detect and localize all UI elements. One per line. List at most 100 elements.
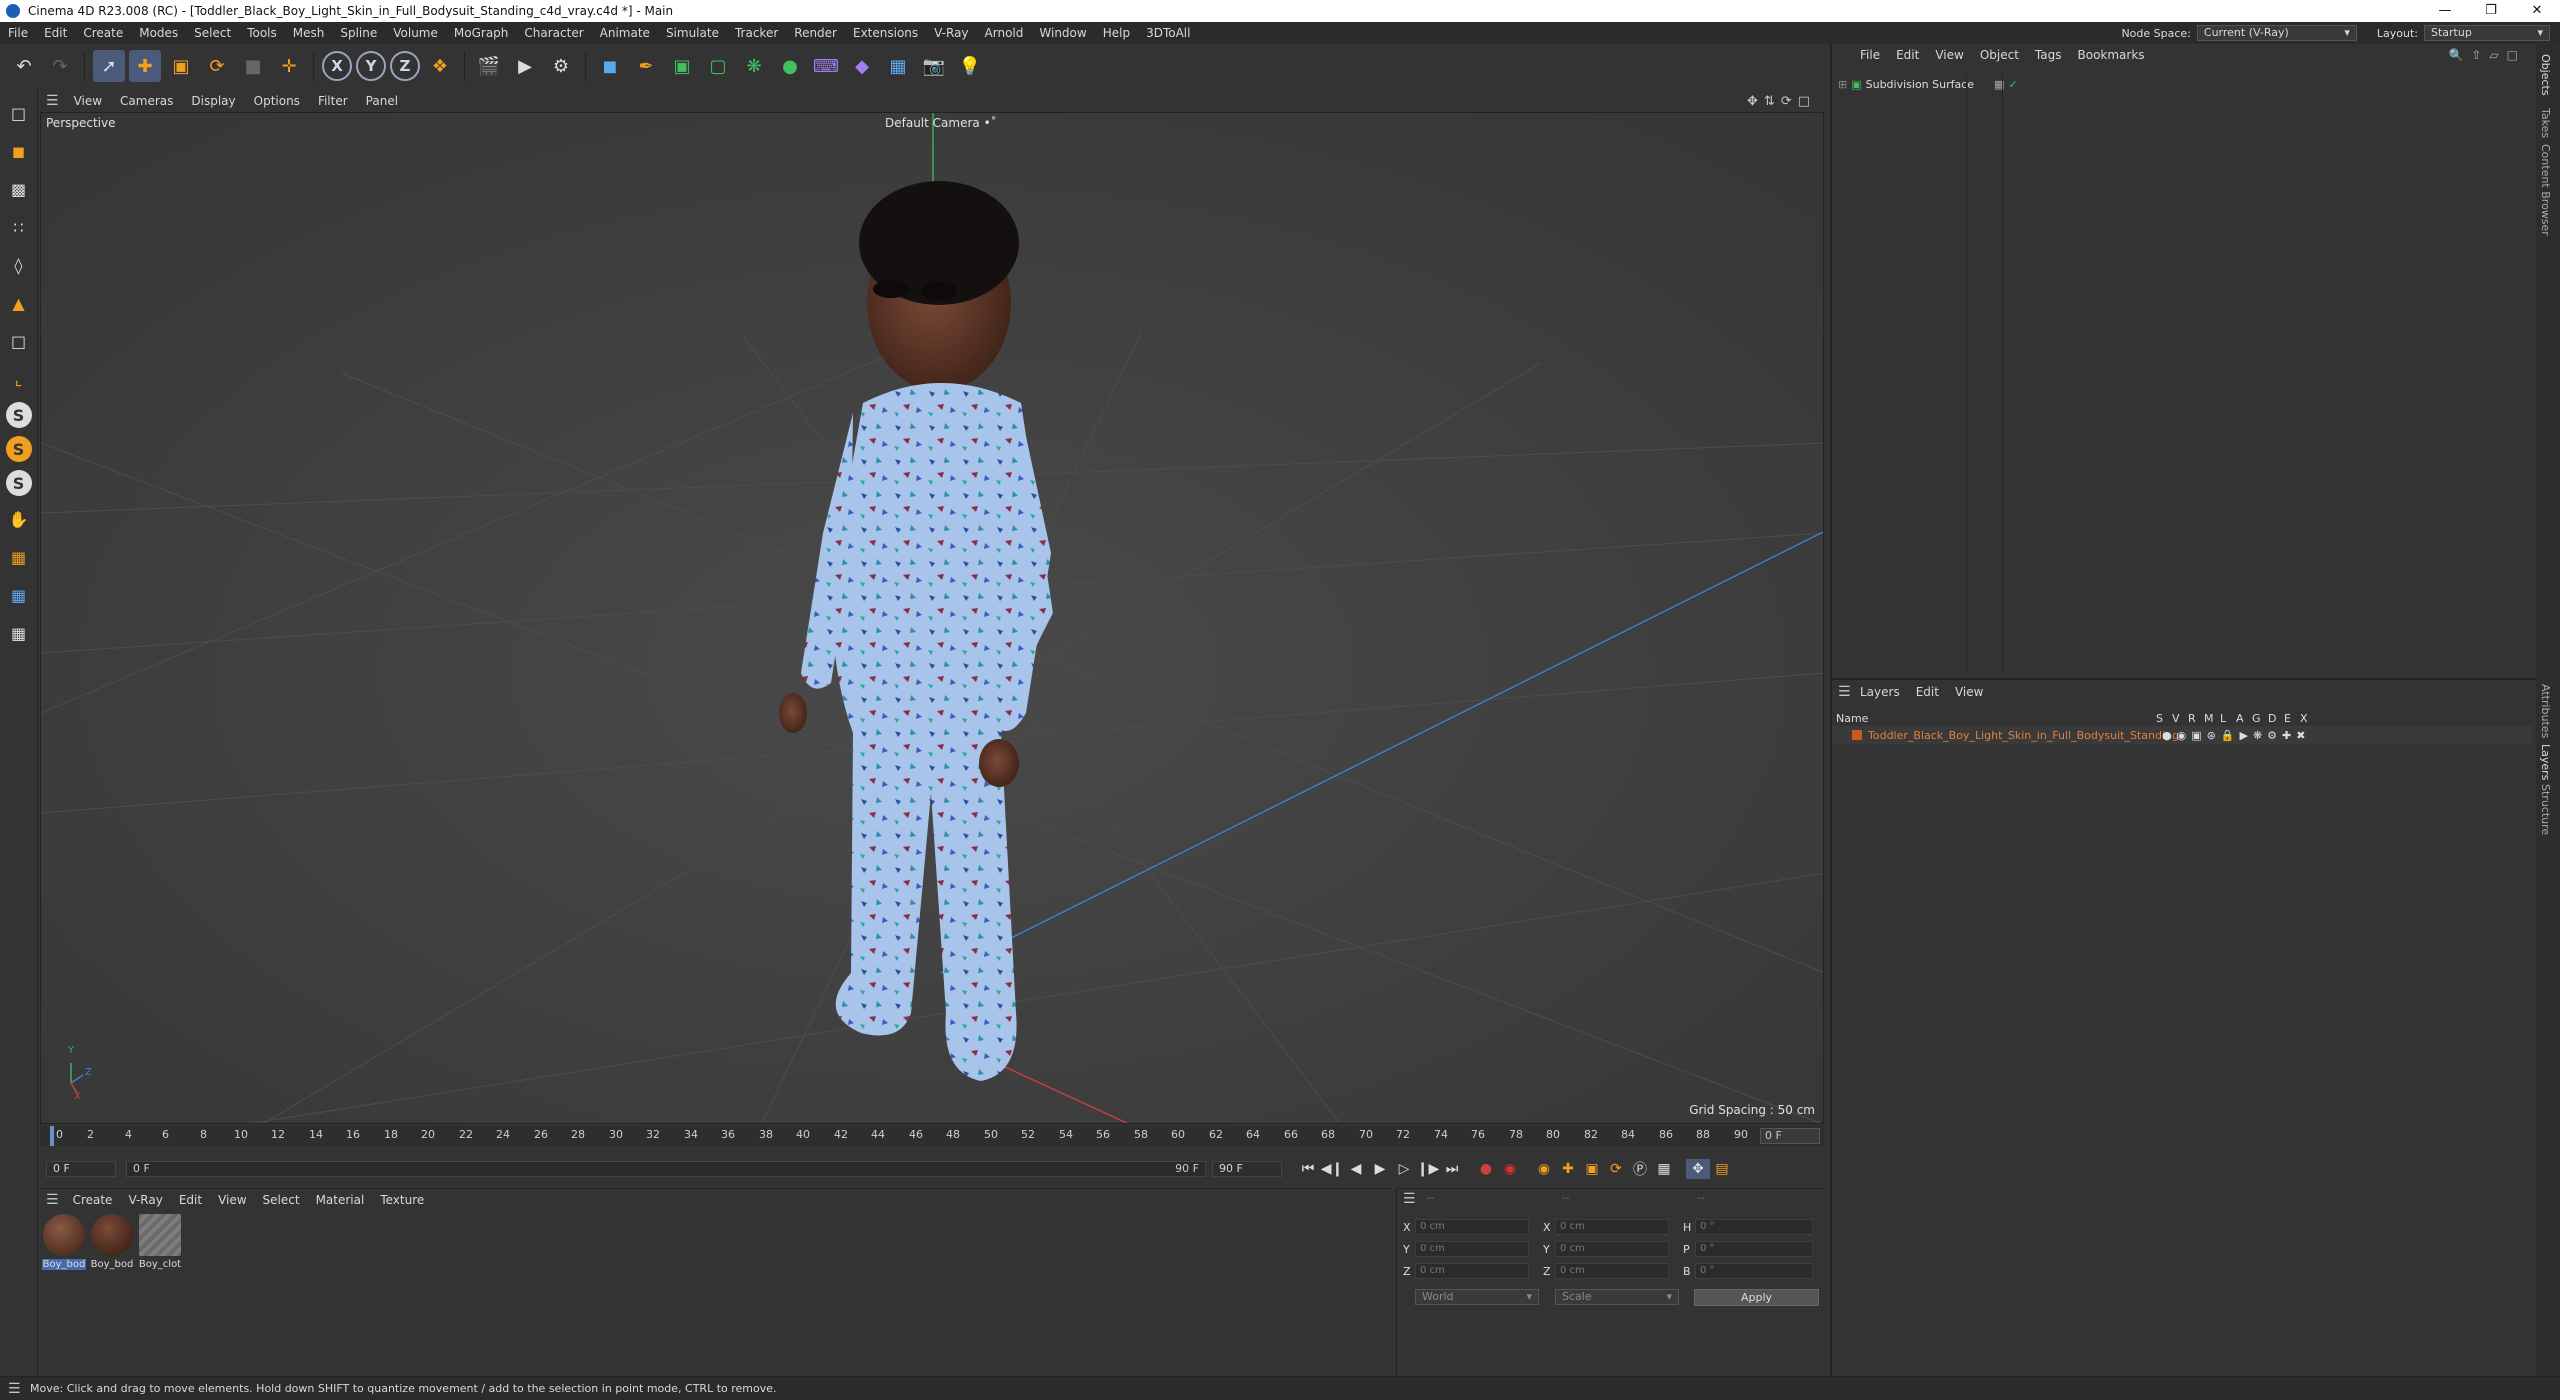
object-menu-object[interactable]: Object bbox=[1972, 48, 2027, 62]
hamburger-icon[interactable]: ☰ bbox=[1838, 684, 1851, 700]
material-menu-vray[interactable]: V-Ray bbox=[120, 1193, 170, 1207]
rotation-p-field[interactable]: 0 ° bbox=[1695, 1241, 1813, 1257]
apply-button[interactable]: Apply bbox=[1694, 1289, 1819, 1306]
key-pla-icon[interactable]: ▦ bbox=[1652, 1159, 1676, 1179]
cloner-icon[interactable]: ❋ bbox=[738, 50, 770, 82]
layout-dropdown[interactable]: Startup ▾ bbox=[2424, 25, 2550, 41]
uv-mode-icon[interactable]: □ bbox=[4, 326, 34, 356]
menu-create[interactable]: Create bbox=[75, 22, 131, 44]
make-editable-icon[interactable]: □ bbox=[4, 98, 34, 128]
auto-keying-icon[interactable]: ◉ bbox=[1498, 1159, 1522, 1179]
polygons-mode-icon[interactable]: ▲ bbox=[4, 288, 34, 318]
planar-workplane-icon[interactable]: ▦ bbox=[4, 618, 34, 648]
menu-3dtoall[interactable]: 3DToAll bbox=[1138, 22, 1198, 44]
material-swatch[interactable]: Boy_bod bbox=[42, 1214, 86, 1270]
menu-animate[interactable]: Animate bbox=[592, 22, 658, 44]
menu-volume[interactable]: Volume bbox=[385, 22, 446, 44]
key-scale-icon[interactable]: ▣ bbox=[1580, 1159, 1604, 1179]
node-space-dropdown[interactable]: Current (V-Ray) ▾ bbox=[2196, 25, 2357, 41]
y-axis-lock-button[interactable]: Y bbox=[356, 51, 386, 81]
object-menu-bookmarks[interactable]: Bookmarks bbox=[2070, 48, 2153, 62]
mograph-icon[interactable]: ● bbox=[774, 50, 806, 82]
recent-tools-icon[interactable]: ■ bbox=[237, 50, 269, 82]
go-to-start-icon[interactable]: ⏮ bbox=[1296, 1159, 1320, 1179]
floor-environment-icon[interactable]: ▦ bbox=[882, 50, 914, 82]
scale-tool-icon[interactable]: ▣ bbox=[165, 50, 197, 82]
viewport-camera-label[interactable]: Default Camera •˚ bbox=[885, 116, 997, 130]
tweak-mode-icon[interactable]: ✋ bbox=[4, 504, 34, 534]
timeline-icon[interactable]: ▤ bbox=[1710, 1159, 1734, 1179]
menu-character[interactable]: Character bbox=[516, 22, 591, 44]
layer-menu-view[interactable]: View bbox=[1947, 685, 1991, 699]
hamburger-icon[interactable]: ☰ bbox=[40, 1192, 65, 1208]
redo-icon[interactable]: ↷ bbox=[44, 50, 76, 82]
key-rotation-icon[interactable]: ⟳ bbox=[1604, 1159, 1628, 1179]
tab-structure[interactable]: Structure bbox=[2539, 784, 2552, 835]
locked-workplane-icon[interactable]: ▦ bbox=[4, 580, 34, 610]
points-mode-icon[interactable]: ∷ bbox=[4, 212, 34, 242]
texture-mode-icon[interactable]: ▩ bbox=[4, 174, 34, 204]
move-tool-icon[interactable]: ✚ bbox=[129, 50, 161, 82]
end-frame-field[interactable]: 90 F bbox=[1212, 1161, 1282, 1177]
menu-select[interactable]: Select bbox=[186, 22, 239, 44]
go-to-end-icon[interactable]: ⏭ bbox=[1440, 1159, 1464, 1179]
light-icon[interactable]: 💡 bbox=[954, 50, 986, 82]
rotation-h-field[interactable]: 0 ° bbox=[1695, 1219, 1813, 1235]
object-menu-edit[interactable]: Edit bbox=[1888, 48, 1927, 62]
extrude-generator-icon[interactable]: ▢ bbox=[702, 50, 734, 82]
record-keys-icon[interactable]: ● bbox=[1474, 1159, 1498, 1179]
close-button[interactable]: ✕ bbox=[2514, 0, 2560, 22]
menu-vray[interactable]: V-Ray bbox=[926, 22, 976, 44]
material-menu-select[interactable]: Select bbox=[255, 1193, 308, 1207]
3d-viewport[interactable]: Y Z X Perspective Default Camera •˚ Grid… bbox=[40, 112, 1824, 1124]
position-y-field[interactable]: 0 cm bbox=[1415, 1241, 1529, 1257]
motion-system-icon[interactable]: ✥ bbox=[1686, 1159, 1710, 1179]
layer-menu-edit[interactable]: Edit bbox=[1908, 685, 1947, 699]
object-menu-view[interactable]: View bbox=[1927, 48, 1971, 62]
layer-toggle-icons[interactable]: ●◉▣⊛🔒▶❋⚙✚✖ bbox=[2162, 729, 2310, 742]
start-frame-field[interactable]: 0 F bbox=[46, 1161, 116, 1177]
object-row[interactable]: ⊞ ▣ Subdivision Surface ▦ ✓ bbox=[1838, 78, 2018, 91]
snap-settings-icon[interactable]: S bbox=[5, 436, 32, 462]
render-region-icon[interactable]: 🎬 bbox=[473, 50, 505, 82]
render-view-icon[interactable]: ▶ bbox=[509, 50, 541, 82]
key-position-icon[interactable]: ✚ bbox=[1556, 1159, 1580, 1179]
edges-mode-icon[interactable]: ◊ bbox=[4, 250, 34, 280]
menu-mesh[interactable]: Mesh bbox=[285, 22, 333, 44]
object-manager-tools[interactable]: 🔍⇧▱□ bbox=[2448, 48, 2526, 62]
size-z-field[interactable]: 0 cm bbox=[1555, 1263, 1669, 1279]
layer-menu-layers[interactable]: Layers bbox=[1852, 685, 1908, 699]
material-menu-create[interactable]: Create bbox=[65, 1193, 121, 1207]
timeline-playhead[interactable] bbox=[50, 1126, 54, 1146]
viewport-menu-options[interactable]: Options bbox=[245, 94, 309, 108]
position-z-field[interactable]: 0 cm bbox=[1415, 1263, 1529, 1279]
material-swatch[interactable]: Boy_clot bbox=[138, 1214, 182, 1270]
undo-icon[interactable]: ↶ bbox=[8, 50, 40, 82]
axis-mode-icon[interactable]: ⌞ bbox=[4, 364, 34, 394]
snap-icon[interactable]: S bbox=[5, 402, 32, 428]
layer-color-swatch[interactable] bbox=[1852, 730, 1862, 740]
position-x-field[interactable]: 0 cm bbox=[1415, 1219, 1529, 1235]
minimize-button[interactable]: — bbox=[2422, 0, 2468, 22]
tab-attributes[interactable]: Attributes bbox=[2539, 684, 2552, 738]
x-axis-lock-button[interactable]: X bbox=[322, 51, 352, 81]
timeline-ruler[interactable]: 0 2 4 6 8 10 12 14 16 18 20 22 24 26 28 … bbox=[40, 1126, 1824, 1146]
field-icon[interactable]: ◆ bbox=[846, 50, 878, 82]
live-selection-icon[interactable]: ➚ bbox=[93, 50, 125, 82]
next-frame-icon[interactable]: ▷ bbox=[1392, 1159, 1416, 1179]
add-object-icon[interactable]: ✛ bbox=[273, 50, 305, 82]
subdivision-generator-icon[interactable]: ▣ bbox=[666, 50, 698, 82]
menu-render[interactable]: Render bbox=[786, 22, 845, 44]
next-key-icon[interactable]: ❙▶ bbox=[1416, 1159, 1440, 1179]
menu-mograph[interactable]: MoGraph bbox=[446, 22, 517, 44]
viewport-menu-view[interactable]: View bbox=[65, 94, 111, 108]
viewport-menu-filter[interactable]: Filter bbox=[309, 94, 357, 108]
cube-primitive-icon[interactable]: ◼ bbox=[594, 50, 626, 82]
deformer-icon[interactable]: ⌨ bbox=[810, 50, 842, 82]
layer-row[interactable]: Toddler_Black_Boy_Light_Skin_in_Full_Bod… bbox=[1832, 726, 2532, 744]
menu-edit[interactable]: Edit bbox=[36, 22, 75, 44]
material-swatch[interactable]: Boy_bod bbox=[90, 1214, 134, 1270]
rotate-tool-icon[interactable]: ⟳ bbox=[201, 50, 233, 82]
viewport-menu-panel[interactable]: Panel bbox=[357, 94, 407, 108]
key-parameter-icon[interactable]: Ⓟ bbox=[1628, 1159, 1652, 1179]
